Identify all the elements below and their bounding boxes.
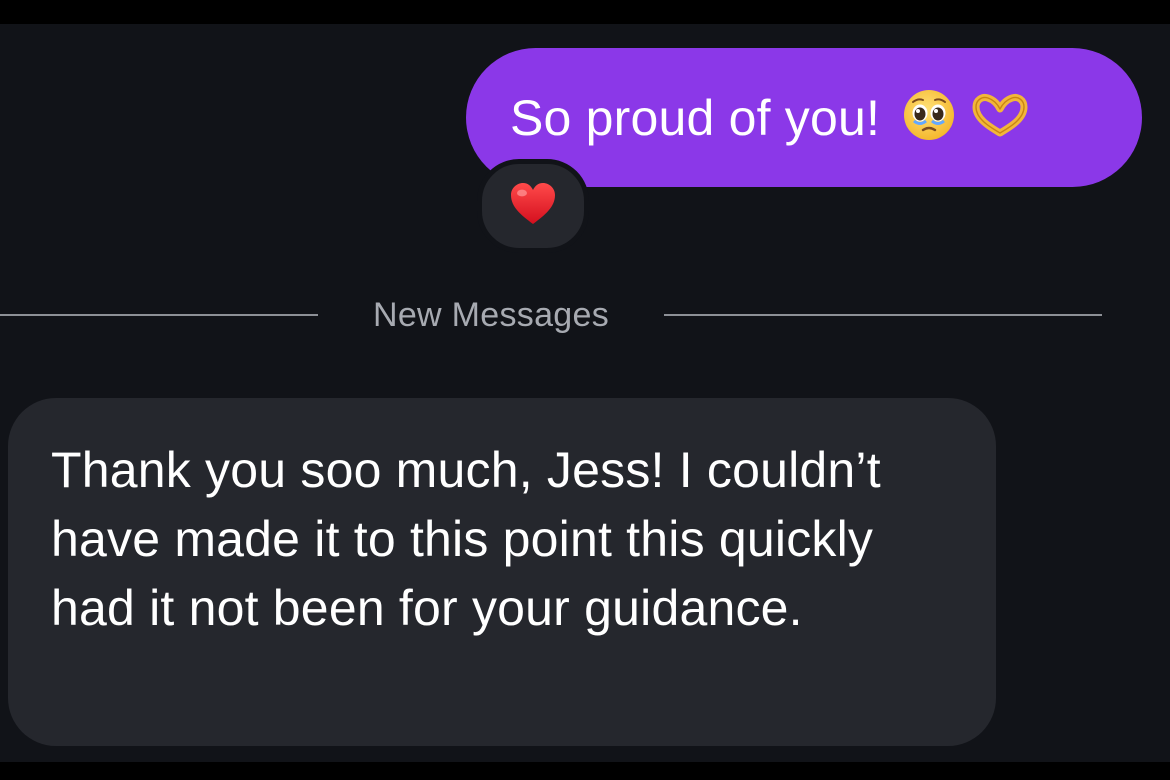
heart-reaction-badge[interactable]	[477, 159, 589, 253]
incoming-message-text: Thank you soo much, Jess! I couldn’t hav…	[51, 442, 881, 636]
heart-hands-emoji-icon	[970, 93, 1030, 142]
incoming-message-bubble[interactable]: Thank you soo much, Jess! I couldn’t hav…	[8, 398, 996, 746]
outgoing-message-text: So proud of you!	[510, 89, 881, 146]
red-heart-emoji-icon	[509, 182, 557, 231]
new-messages-divider: New Messages	[0, 292, 1102, 342]
divider-line-left	[0, 314, 318, 316]
divider-line-right	[664, 314, 1102, 316]
new-messages-label: New Messages	[372, 296, 610, 334]
conversation-view: So proud of you! New Messages Thank you …	[0, 24, 1170, 762]
pleading-face-emoji-icon	[902, 88, 956, 147]
